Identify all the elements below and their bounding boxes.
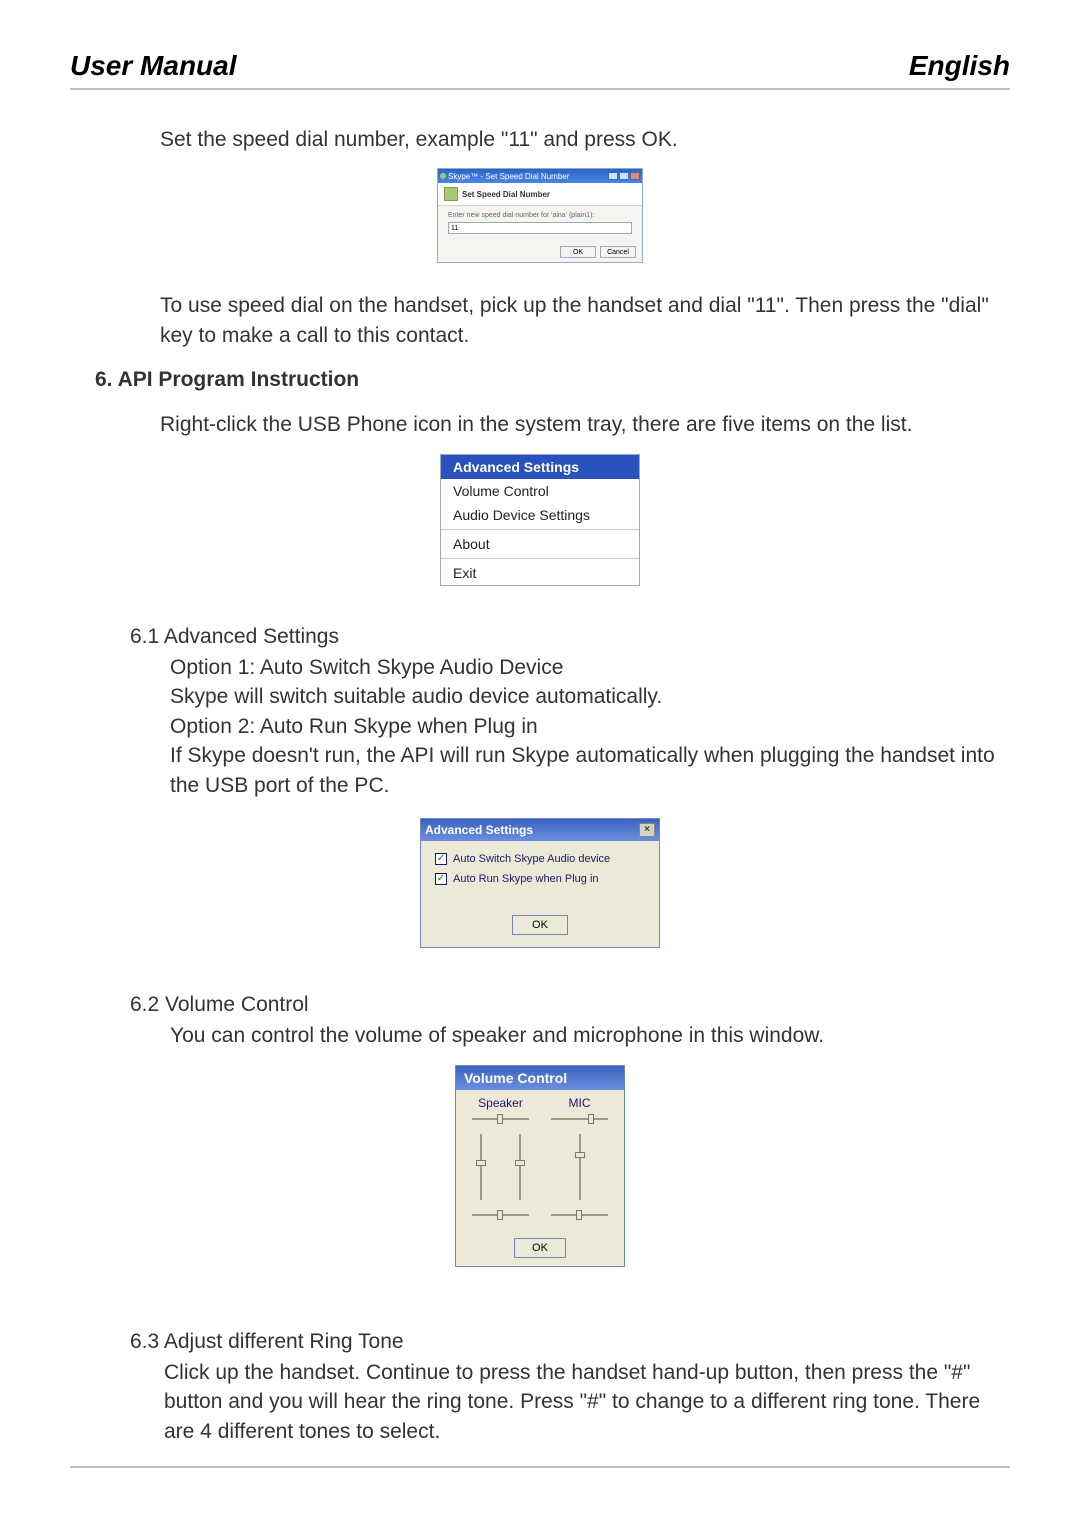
speaker-label: Speaker <box>466 1096 535 1110</box>
menu-item-audio-device-settings[interactable]: Audio Device Settings <box>441 503 639 527</box>
mic-bottom-slider[interactable] <box>545 1210 614 1220</box>
subsection-6-1-heading: 6.1 Advanced Settings <box>130 622 1010 651</box>
speaker-column: Speaker <box>466 1096 535 1224</box>
dialog-set-speed-dial: Skype™ - Set Speed Dial Number Set Speed… <box>437 168 643 263</box>
label-auto-switch: Auto Switch Skype Audio device <box>453 853 610 865</box>
menu-item-about[interactable]: About <box>441 532 639 556</box>
speaker-volume-slider-left[interactable] <box>476 1130 486 1204</box>
dialog-title-text: Volume Control <box>464 1070 567 1086</box>
speed-dial-prompt: Enter new speed dial number for 'aina' (… <box>448 212 632 219</box>
subsection-6-2-body: You can control the volume of speaker an… <box>170 1021 1010 1050</box>
close-icon[interactable]: × <box>639 823 655 837</box>
ok-button[interactable]: OK <box>512 915 568 935</box>
dialog-title-text: Advanced Settings <box>425 823 533 837</box>
speaker-balance-slider[interactable] <box>466 1114 535 1124</box>
menu-item-volume-control[interactable]: Volume Control <box>441 479 639 503</box>
skype-status-icon <box>440 173 446 179</box>
s61-line4: If Skype doesn't run, the API will run S… <box>170 741 1010 800</box>
dialog-heading-row: Set Speed Dial Number <box>438 183 642 206</box>
para-right-click: Right-click the USB Phone icon in the sy… <box>160 410 1010 439</box>
subsection-6-2-heading: 6.2 Volume Control <box>130 990 1010 1019</box>
s61-line1: Option 1: Auto Switch Skype Audio Device <box>170 653 1010 682</box>
label-auto-run: Auto Run Skype when Plug in <box>453 873 599 885</box>
cancel-button[interactable]: Cancel <box>600 246 636 258</box>
subsection-6-1-body: Option 1: Auto Switch Skype Audio Device… <box>170 653 1010 800</box>
contact-icon <box>444 187 458 201</box>
dialog-title-text: Skype™ - Set Speed Dial Number <box>448 172 569 181</box>
mic-column: MIC <box>545 1096 614 1224</box>
dialog-titlebar: Advanced Settings × <box>421 819 659 841</box>
subsection-6-3-body: Click up the handset. Continue to press … <box>164 1358 1010 1446</box>
maximize-icon[interactable] <box>619 172 629 180</box>
dialog-heading-text: Set Speed Dial Number <box>462 190 550 199</box>
para-use-speed-dial: To use speed dial on the handset, pick u… <box>160 291 1010 350</box>
subsection-6-3-heading: 6.3 Adjust different Ring Tone <box>130 1327 1010 1356</box>
menu-separator <box>441 558 639 559</box>
tray-context-menu: Advanced Settings Volume Control Audio D… <box>440 454 640 586</box>
s61-line2: Skype will switch suitable audio device … <box>170 682 1010 711</box>
mic-label: MIC <box>545 1096 614 1110</box>
s63-line1: Click up the handset. Continue to press … <box>164 1358 1010 1446</box>
checkbox-auto-switch[interactable] <box>435 853 447 865</box>
section-6-heading: 6. API Program Instruction <box>95 368 1010 392</box>
header-left: User Manual <box>70 50 237 82</box>
menu-item-advanced-settings[interactable]: Advanced Settings <box>441 455 639 479</box>
speaker-volume-slider-right[interactable] <box>515 1130 525 1204</box>
footer-rule <box>70 1466 1010 1468</box>
checkbox-auto-run[interactable] <box>435 873 447 885</box>
mic-volume-slider[interactable] <box>575 1130 585 1204</box>
minimize-icon[interactable] <box>608 172 618 180</box>
dialog-titlebar: Volume Control <box>456 1066 624 1090</box>
close-icon[interactable] <box>630 172 640 180</box>
s62-line1: You can control the volume of speaker an… <box>170 1021 1010 1050</box>
menu-item-exit[interactable]: Exit <box>441 561 639 585</box>
speaker-bottom-slider[interactable] <box>466 1210 535 1220</box>
dialog-advanced-settings: Advanced Settings × Auto Switch Skype Au… <box>420 818 660 948</box>
dialog-volume-control: Volume Control Speaker MIC <box>455 1065 625 1267</box>
header-right: English <box>909 50 1010 82</box>
s61-line3: Option 2: Auto Run Skype when Plug in <box>170 712 1010 741</box>
page-header: User Manual English <box>70 50 1010 90</box>
ok-button[interactable]: OK <box>560 246 596 258</box>
mic-balance-slider[interactable] <box>545 1114 614 1124</box>
para-set-speed-dial: Set the speed dial number, example "11" … <box>160 125 1010 154</box>
dialog-titlebar: Skype™ - Set Speed Dial Number <box>438 169 642 183</box>
menu-separator <box>441 529 639 530</box>
speed-dial-input[interactable] <box>448 222 632 234</box>
ok-button[interactable]: OK <box>514 1238 566 1258</box>
